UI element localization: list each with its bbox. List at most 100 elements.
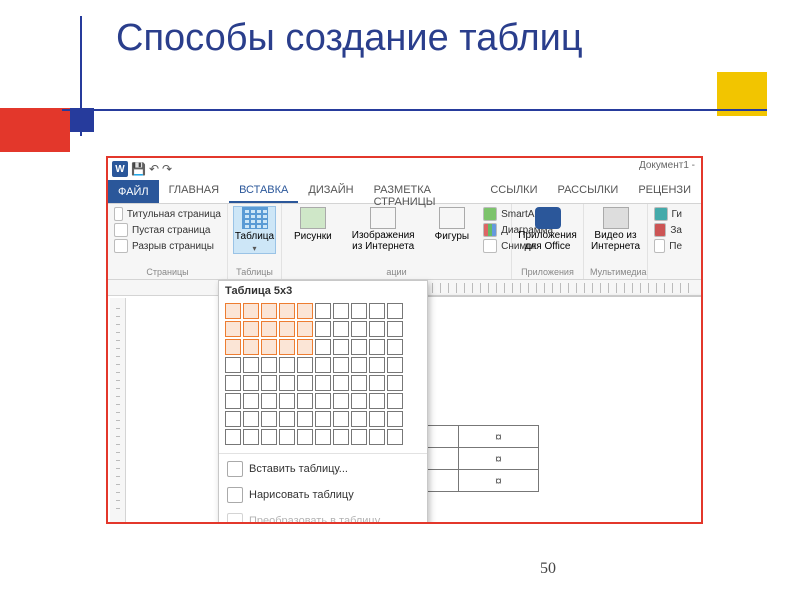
grid-cell[interactable] [315, 339, 331, 355]
grid-cell[interactable] [279, 357, 295, 373]
table-cell[interactable]: ¤ [459, 426, 539, 448]
grid-cell[interactable] [297, 357, 313, 373]
grid-cell[interactable] [369, 375, 385, 391]
grid-cell[interactable] [261, 357, 277, 373]
blank-page-button[interactable]: Пустая страница [114, 223, 221, 237]
grid-cell[interactable] [261, 393, 277, 409]
grid-cell[interactable] [351, 357, 367, 373]
grid-cell[interactable] [243, 339, 259, 355]
grid-cell[interactable] [387, 357, 403, 373]
apps-button[interactable]: Приложения для Office [518, 207, 577, 252]
grid-cell[interactable] [243, 429, 259, 445]
grid-cell[interactable] [387, 375, 403, 391]
grid-cell[interactable] [333, 339, 349, 355]
grid-cell[interactable] [279, 393, 295, 409]
tab-insert[interactable]: ВСТАВКА [229, 180, 298, 203]
grid-cell[interactable] [279, 429, 295, 445]
grid-cell[interactable] [369, 339, 385, 355]
bookmark-button[interactable]: За [654, 223, 682, 237]
grid-cell[interactable] [387, 393, 403, 409]
insert-table-item[interactable]: Вставить таблицу... [219, 456, 427, 482]
grid-cell[interactable] [369, 429, 385, 445]
title-page-button[interactable]: Титульная страница [114, 207, 221, 221]
tab-file[interactable]: ФАЙЛ [108, 180, 159, 203]
grid-cell[interactable] [225, 375, 241, 391]
grid-cell[interactable] [315, 411, 331, 427]
grid-cell[interactable] [369, 303, 385, 319]
grid-cell[interactable] [279, 321, 295, 337]
grid-cell[interactable] [369, 321, 385, 337]
grid-cell[interactable] [225, 357, 241, 373]
grid-cell[interactable] [351, 429, 367, 445]
tab-review[interactable]: РЕЦЕНЗИ [628, 180, 701, 203]
grid-cell[interactable] [351, 339, 367, 355]
tab-mailings[interactable]: РАССЫЛКИ [547, 180, 628, 203]
grid-cell[interactable] [387, 339, 403, 355]
table-button[interactable]: Таблица ▾ [234, 207, 275, 253]
shapes-button[interactable]: Фигуры [429, 207, 475, 253]
page-break-button[interactable]: Разрыв страницы [114, 239, 221, 253]
grid-cell[interactable] [387, 303, 403, 319]
grid-cell[interactable] [315, 375, 331, 391]
grid-cell[interactable] [261, 375, 277, 391]
grid-cell[interactable] [315, 357, 331, 373]
grid-cell[interactable] [297, 339, 313, 355]
tab-home[interactable]: ГЛАВНАЯ [159, 180, 229, 203]
draw-table-item[interactable]: Нарисовать таблицу [219, 482, 427, 508]
online-pictures-button[interactable]: Изображения из Интернета [346, 207, 421, 253]
grid-cell[interactable] [369, 393, 385, 409]
tab-design[interactable]: ДИЗАЙН [298, 180, 363, 203]
tab-layout[interactable]: РАЗМЕТКА СТРАНИЦЫ [364, 180, 481, 203]
grid-cell[interactable] [279, 411, 295, 427]
grid-cell[interactable] [351, 393, 367, 409]
grid-cell[interactable] [261, 303, 277, 319]
grid-cell[interactable] [297, 375, 313, 391]
grid-cell[interactable] [315, 303, 331, 319]
grid-cell[interactable] [297, 411, 313, 427]
grid-cell[interactable] [243, 303, 259, 319]
grid-cell[interactable] [261, 429, 277, 445]
grid-cell[interactable] [225, 321, 241, 337]
undo-icon[interactable]: ↶ [149, 162, 159, 176]
grid-cell[interactable] [261, 411, 277, 427]
tab-references[interactable]: ССЫЛКИ [480, 180, 547, 203]
grid-cell[interactable] [315, 393, 331, 409]
grid-cell[interactable] [225, 411, 241, 427]
grid-cell[interactable] [225, 429, 241, 445]
grid-cell[interactable] [297, 429, 313, 445]
grid-cell[interactable] [243, 393, 259, 409]
grid-cell[interactable] [333, 393, 349, 409]
grid-cell[interactable] [333, 321, 349, 337]
grid-cell[interactable] [279, 303, 295, 319]
grid-cell[interactable] [297, 321, 313, 337]
grid-cell[interactable] [225, 393, 241, 409]
grid-cell[interactable] [387, 321, 403, 337]
grid-cell[interactable] [369, 411, 385, 427]
grid-cell[interactable] [315, 429, 331, 445]
table-cell[interactable]: ¤ [459, 470, 539, 492]
grid-cell[interactable] [261, 321, 277, 337]
grid-cell[interactable] [333, 303, 349, 319]
grid-cell[interactable] [369, 357, 385, 373]
pictures-button[interactable]: Рисунки [288, 207, 338, 253]
grid-cell[interactable] [225, 303, 241, 319]
grid-cell[interactable] [261, 339, 277, 355]
hyperlink-button[interactable]: Ги [654, 207, 682, 221]
grid-cell[interactable] [243, 375, 259, 391]
grid-cell[interactable] [279, 375, 295, 391]
table-size-grid[interactable] [219, 299, 427, 451]
grid-cell[interactable] [243, 411, 259, 427]
table-cell[interactable]: ¤ [459, 448, 539, 470]
grid-cell[interactable] [225, 339, 241, 355]
crossref-button[interactable]: Пе [654, 239, 682, 253]
grid-cell[interactable] [333, 411, 349, 427]
save-icon[interactable]: 💾 [131, 162, 146, 176]
redo-icon[interactable]: ↷ [162, 162, 172, 176]
grid-cell[interactable] [243, 321, 259, 337]
grid-cell[interactable] [351, 375, 367, 391]
grid-cell[interactable] [351, 303, 367, 319]
grid-cell[interactable] [387, 411, 403, 427]
grid-cell[interactable] [315, 321, 331, 337]
grid-cell[interactable] [333, 357, 349, 373]
grid-cell[interactable] [333, 375, 349, 391]
